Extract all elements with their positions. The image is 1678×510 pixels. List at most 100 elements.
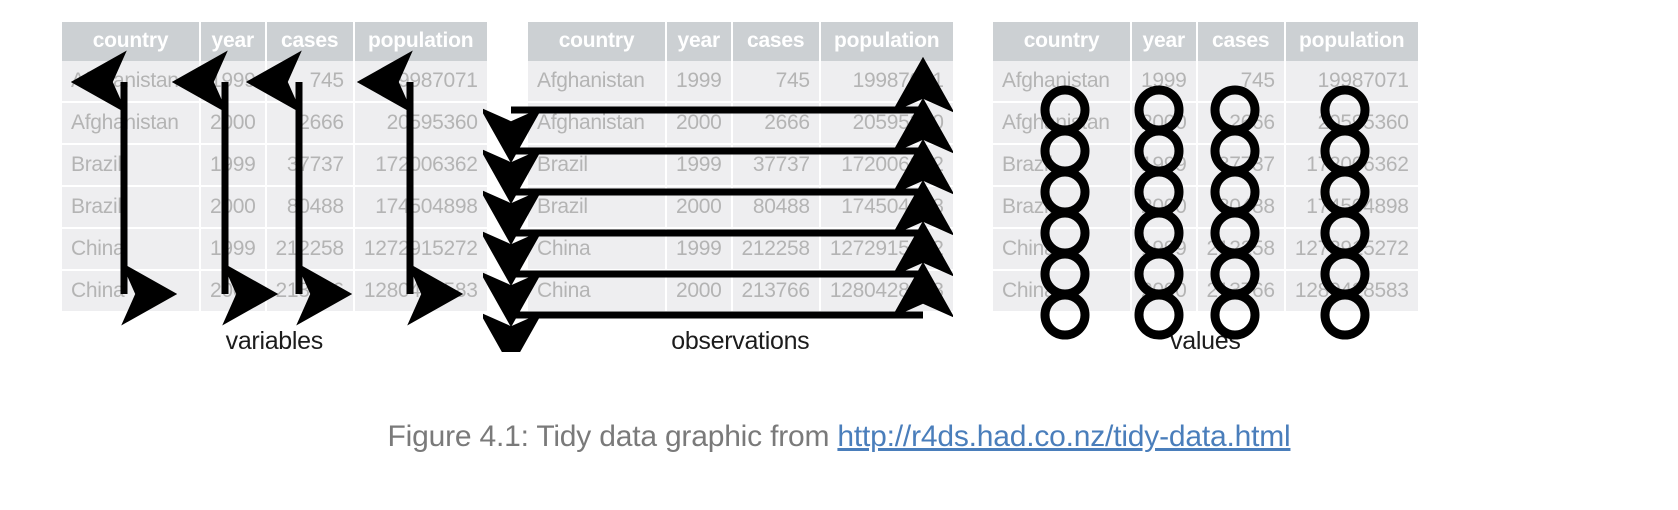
cell-country: China — [62, 270, 201, 311]
cell-population: 172006362 — [1284, 144, 1418, 187]
cell-cases: 80488 — [1196, 186, 1286, 229]
cell-year: 1999 — [666, 228, 733, 271]
panel-observations: country year cases population Afghanista… — [483, 22, 953, 356]
cell-year: 2000 — [200, 186, 267, 229]
column-header-population: population — [353, 22, 487, 61]
column-header-cases: cases — [265, 22, 355, 61]
cell-country: Brazil — [993, 186, 1132, 229]
figure-source-link[interactable]: http://r4ds.had.co.nz/tidy-data.html — [837, 420, 1290, 453]
column-header-population: population — [1284, 22, 1418, 61]
panel-label-variables: variables — [225, 327, 324, 355]
cell-country: Afghanistan — [528, 102, 667, 145]
cell-country: Afghanistan — [993, 102, 1132, 145]
cell-cases: 80488 — [731, 186, 821, 229]
cell-population: 1280428583 — [353, 270, 487, 311]
cell-country: Afghanistan — [528, 61, 667, 103]
table-row: China 2000 213766 1280428583 — [993, 270, 1418, 311]
column-header-cases: cases — [731, 22, 821, 61]
cell-population: 1272915272 — [819, 228, 953, 271]
data-table-variables: country year cases population Afghanista… — [62, 22, 487, 311]
cell-cases: 2666 — [1196, 102, 1286, 145]
cell-year: 2000 — [200, 102, 267, 145]
cell-year: 1999 — [200, 61, 267, 103]
cell-country: China — [993, 228, 1132, 271]
table-row: China 1999 212258 1272915272 — [62, 228, 487, 271]
table-row: China 1999 212258 1272915272 — [528, 228, 953, 271]
cell-cases: 213766 — [1196, 270, 1286, 311]
cell-cases: 745 — [265, 61, 355, 103]
cell-cases: 213766 — [731, 270, 821, 311]
cell-cases: 213766 — [265, 270, 355, 311]
cell-population: 174504898 — [353, 186, 487, 229]
cell-year: 2000 — [1131, 270, 1198, 311]
cell-population: 174504898 — [1284, 186, 1418, 229]
table-row: Brazil 2000 80488 174504898 — [993, 186, 1418, 229]
cell-country: Brazil — [528, 186, 667, 229]
cell-country: China — [528, 270, 667, 311]
cell-year: 1999 — [1131, 144, 1198, 187]
cell-population: 1272915272 — [353, 228, 487, 271]
cell-cases: 212258 — [1196, 228, 1286, 271]
cell-year: 1999 — [200, 144, 267, 187]
table-row: China 2000 213766 1280428583 — [62, 270, 487, 311]
table-row: Afghanistan 2000 2666 20595360 — [528, 102, 953, 145]
figure-caption: Figure 4.1: Tidy data graphic from http:… — [0, 420, 1678, 454]
cell-population: 20595360 — [819, 102, 953, 145]
cell-year: 2000 — [666, 186, 733, 229]
column-header-country: country — [528, 22, 667, 61]
table-header-row: country year cases population — [528, 22, 953, 61]
cell-year: 1999 — [666, 144, 733, 187]
column-header-country: country — [993, 22, 1132, 61]
figure-caption-text: Figure 4.1: Tidy data graphic from — [387, 420, 830, 453]
cell-country: Afghanistan — [62, 61, 201, 103]
table-row: Brazil 2000 80488 174504898 — [528, 186, 953, 229]
table-row: Brazil 1999 37737 172006362 — [62, 144, 487, 187]
cell-cases: 37737 — [1196, 144, 1286, 187]
cell-population: 172006362 — [819, 144, 953, 187]
cell-population: 19987071 — [353, 61, 487, 103]
table-row: Brazil 2000 80488 174504898 — [62, 186, 487, 229]
table-row: Brazil 1999 37737 172006362 — [528, 144, 953, 187]
cell-population: 1280428583 — [1284, 270, 1418, 311]
table-row: Afghanistan 1999 745 19987071 — [993, 61, 1418, 103]
cell-cases: 2666 — [265, 102, 355, 145]
cell-country: Brazil — [62, 186, 201, 229]
cell-cases: 80488 — [265, 186, 355, 229]
cell-cases: 212258 — [265, 228, 355, 271]
panel-label-values: values — [1170, 327, 1241, 355]
column-header-year: year — [666, 22, 733, 61]
cell-country: Brazil — [993, 144, 1132, 187]
tidy-data-figure: country year cases population Afghanista… — [0, 0, 1678, 400]
cell-country: China — [62, 228, 201, 271]
table-row: China 1999 212258 1272915272 — [993, 228, 1418, 271]
cell-year: 1999 — [1131, 228, 1198, 271]
cell-year: 2000 — [200, 270, 267, 311]
cell-country: Brazil — [528, 144, 667, 187]
cell-cases: 212258 — [731, 228, 821, 271]
table-header-row: country year cases population — [62, 22, 487, 61]
cell-cases: 37737 — [731, 144, 821, 187]
cell-population: 172006362 — [353, 144, 487, 187]
cell-country: China — [528, 228, 667, 271]
cell-cases: 37737 — [265, 144, 355, 187]
cell-cases: 745 — [731, 61, 821, 103]
table-row: Afghanistan 2000 2666 20595360 — [62, 102, 487, 145]
cell-country: China — [993, 270, 1132, 311]
cell-year: 2000 — [1131, 186, 1198, 229]
cell-year: 1999 — [200, 228, 267, 271]
cell-year: 1999 — [1131, 61, 1198, 103]
cell-population: 19987071 — [819, 61, 953, 103]
table-row: Afghanistan 2000 2666 20595360 — [993, 102, 1418, 145]
cell-year: 2000 — [666, 270, 733, 311]
cell-year: 1999 — [666, 61, 733, 103]
column-header-cases: cases — [1196, 22, 1286, 61]
table-row: China 2000 213766 1280428583 — [528, 270, 953, 311]
cell-population: 1280428583 — [819, 270, 953, 311]
data-table-values: country year cases population Afghanista… — [993, 22, 1418, 311]
table-row: Brazil 1999 37737 172006362 — [993, 144, 1418, 187]
cell-population: 20595360 — [353, 102, 487, 145]
cell-population: 174504898 — [819, 186, 953, 229]
cell-population: 19987071 — [1284, 61, 1418, 103]
panel-label-observations: observations — [671, 327, 810, 355]
cell-population: 20595360 — [1284, 102, 1418, 145]
